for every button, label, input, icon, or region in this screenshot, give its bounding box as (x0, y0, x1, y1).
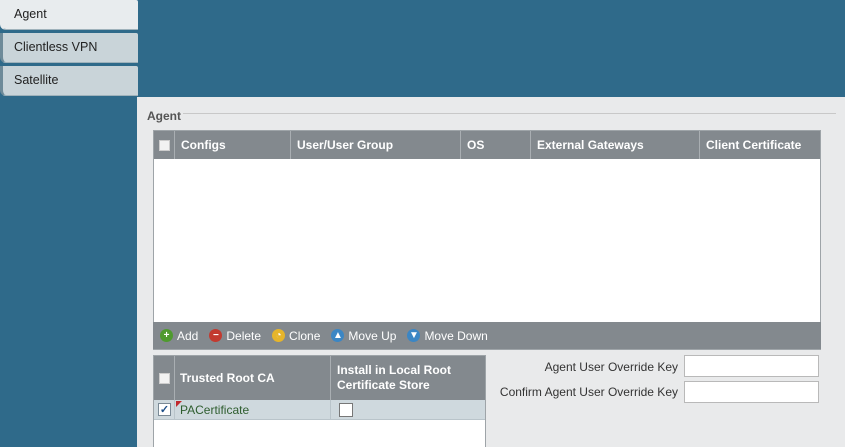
column-header-os[interactable]: OS (461, 131, 531, 159)
delete-button[interactable]: − Delete (209, 329, 261, 343)
tab-satellite[interactable]: Satellite (0, 66, 138, 96)
ca-select-all-cell (154, 356, 175, 400)
agent-panel: Agent Configs User/User Group OS Externa… (137, 97, 845, 447)
confirm-key-input[interactable] (684, 381, 819, 403)
install-cell (331, 400, 485, 419)
move-down-button[interactable]: ▼ Move Down (407, 328, 488, 343)
override-key-label: Agent User Override Key (544, 360, 678, 374)
add-label: Add (177, 328, 199, 343)
install-checkbox[interactable] (339, 402, 353, 417)
override-key-input[interactable] (684, 355, 819, 377)
column-header-configs[interactable]: Configs (175, 131, 291, 159)
trusted-root-ca-table: Trusted Root CA Install in Local Root Ce… (153, 355, 486, 447)
row-select-checkbox[interactable]: ✓ (158, 403, 171, 416)
ca-table-header: Trusted Root CA Install in Local Root Ce… (154, 356, 485, 400)
column-header-external-gateways[interactable]: External Gateways (531, 131, 700, 159)
minus-icon: − (209, 329, 223, 342)
select-all-checkbox[interactable] (159, 139, 170, 151)
tab-clientless-vpn[interactable]: Clientless VPN (0, 33, 138, 63)
modified-indicator (176, 401, 182, 407)
move-up-button[interactable]: ▲ Move Up (331, 329, 396, 343)
tab-agent[interactable]: Agent (0, 0, 138, 30)
row-select-cell: ✓ (154, 400, 175, 419)
clone-button[interactable]: ◔ Clone (272, 329, 320, 343)
delete-label: Delete (226, 328, 262, 343)
column-header-install-local-root[interactable]: Install in Local Root Certificate Store (331, 356, 485, 400)
agent-config-grid: Configs User/User Group OS External Gate… (153, 130, 821, 350)
ca-select-all-checkbox[interactable] (159, 372, 170, 384)
column-header-trusted-root-ca[interactable]: Trusted Root CA (175, 356, 331, 400)
move-down-label: Move Down (424, 328, 488, 343)
grid-header: Configs User/User Group OS External Gate… (154, 131, 820, 159)
plus-icon: + (160, 329, 173, 342)
table-row[interactable]: ✓ PACertificate (154, 400, 485, 420)
add-button[interactable]: + Add (160, 329, 198, 343)
confirm-key-label: Confirm Agent User Override Key (499, 385, 678, 399)
side-tabs: Agent Clientless VPN Satellite (0, 0, 138, 99)
select-all-checkbox-cell (154, 131, 175, 159)
ca-name: PACertificate (180, 402, 250, 417)
column-header-client-certificate[interactable]: Client Certificate (700, 131, 820, 159)
clone-label: Clone (289, 328, 321, 343)
install-header-line1: Install in Local Root (337, 363, 452, 377)
clone-icon: ◔ (272, 329, 286, 342)
arrow-down-icon: ▼ (407, 329, 421, 342)
column-header-user-group[interactable]: User/User Group (291, 131, 461, 159)
section-title: Agent (145, 109, 183, 123)
move-up-label: Move Up (348, 328, 397, 343)
ca-name-cell[interactable]: PACertificate (175, 400, 331, 419)
arrow-up-icon: ▲ (331, 329, 345, 342)
grid-toolbar: + Add − Delete ◔ Clone ▲ Move Up ▼ Move … (153, 322, 821, 349)
install-header-line2: Certificate Store (337, 378, 430, 392)
